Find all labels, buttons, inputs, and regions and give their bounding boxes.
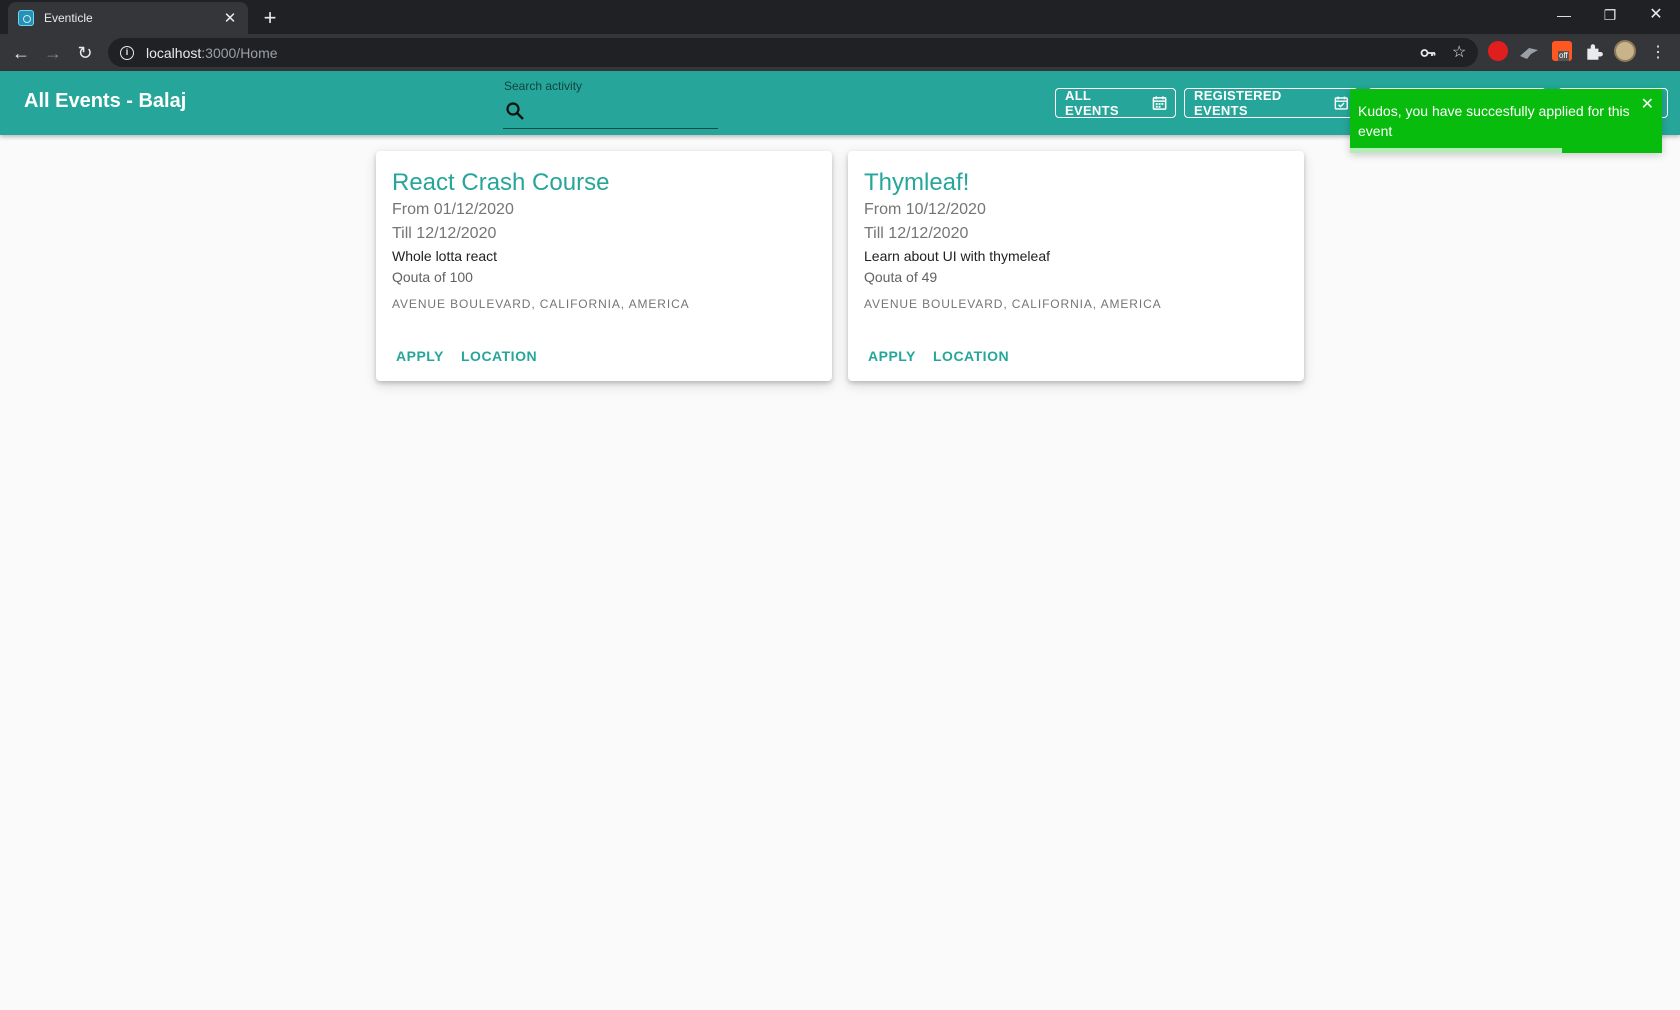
- registered-events-button[interactable]: REGISTERED EVENTS: [1184, 88, 1358, 118]
- event-title: Thymleaf!: [864, 169, 970, 196]
- extensions-puzzle-icon[interactable]: [1584, 42, 1604, 62]
- tab-close-icon[interactable]: ✕: [222, 9, 238, 27]
- adblock-extension-icon[interactable]: [1488, 41, 1508, 61]
- location-button[interactable]: LOCATION: [933, 348, 1009, 364]
- apply-button[interactable]: APPLY: [396, 348, 444, 364]
- site-info-icon[interactable]: i: [120, 45, 134, 60]
- reload-icon[interactable]: ↻: [72, 40, 98, 66]
- new-tab-button[interactable]: +: [258, 5, 282, 31]
- url-path: :3000/Home: [201, 44, 278, 61]
- back-arrow-icon[interactable]: ←: [8, 40, 34, 66]
- extension-off-icon[interactable]: off: [1552, 41, 1572, 61]
- url-host: localhost: [146, 44, 202, 61]
- window-restore-button[interactable]: ❐: [1590, 4, 1630, 26]
- tab-title: Eventicle: [44, 11, 93, 25]
- event-title: React Crash Course: [392, 169, 610, 196]
- toast-close-icon[interactable]: ✕: [1641, 94, 1654, 114]
- event-location: AVENUE BOULEVARD, CALIFORNIA, AMERICA: [392, 297, 690, 311]
- event-card: Thymleaf! From 10/12/2020 Till 12/12/202…: [848, 151, 1304, 381]
- event-quota: Qouta of 100: [392, 269, 473, 285]
- event-description: Whole lotta react: [392, 248, 498, 264]
- react-favicon-icon: [18, 10, 34, 26]
- browser-tab-strip: Eventicle ✕ + — ❐ ✕: [0, 0, 1680, 34]
- browser-menu-icon[interactable]: ⋮: [1645, 40, 1671, 66]
- browser-tab[interactable]: Eventicle ✕: [8, 2, 248, 34]
- forward-arrow-icon[interactable]: →: [40, 40, 66, 66]
- extension-bird-icon[interactable]: [1519, 43, 1539, 63]
- event-end-date: Till 12/12/2020: [392, 225, 497, 242]
- registered-events-label: REGISTERED EVENTS: [1194, 88, 1282, 118]
- address-bar[interactable]: i localhost:3000/Home ☆: [108, 38, 1478, 67]
- window-close-button[interactable]: ✕: [1636, 4, 1676, 26]
- all-events-button[interactable]: ALL EVENTS: [1055, 88, 1176, 118]
- search-icon: [506, 102, 524, 120]
- event-start-date: From 10/12/2020: [864, 201, 986, 218]
- calendar-icon: [1152, 96, 1167, 110]
- apply-button[interactable]: APPLY: [868, 348, 916, 364]
- location-button[interactable]: LOCATION: [461, 348, 537, 364]
- event-description: Learn about UI with thymeleaf: [864, 248, 1050, 264]
- toast-message: Kudos, you have succesfully applied for …: [1358, 103, 1630, 139]
- event-card: React Crash Course From 01/12/2020 Till …: [376, 151, 832, 381]
- key-icon[interactable]: [1420, 45, 1436, 61]
- search-field[interactable]: Search activity: [503, 77, 718, 129]
- event-location: AVENUE BOULEVARD, CALIFORNIA, AMERICA: [864, 297, 1162, 311]
- url-text: localhost:3000/Home: [146, 45, 278, 61]
- search-label: Search activity: [504, 79, 583, 93]
- event-start-date: From 01/12/2020: [392, 201, 514, 218]
- success-toast: Kudos, you have succesfully applied for …: [1350, 89, 1662, 153]
- page-title: All Events - Balaj: [24, 90, 187, 112]
- calendar-check-icon: [1335, 96, 1349, 110]
- window-minimize-button[interactable]: —: [1544, 4, 1584, 26]
- browser-toolbar: ← → ↻ i localhost:3000/Home ☆ off ⋮: [0, 34, 1680, 71]
- event-quota: Qouta of 49: [864, 269, 938, 285]
- profile-avatar[interactable]: [1614, 40, 1636, 62]
- bookmark-star-icon[interactable]: ☆: [1452, 42, 1466, 62]
- toast-progress-bar: [1350, 148, 1563, 153]
- extension-off-badge: off: [1558, 51, 1569, 61]
- search-input[interactable]: [533, 99, 713, 123]
- event-end-date: Till 12/12/2020: [864, 225, 969, 242]
- all-events-label: ALL EVENTS: [1065, 88, 1119, 118]
